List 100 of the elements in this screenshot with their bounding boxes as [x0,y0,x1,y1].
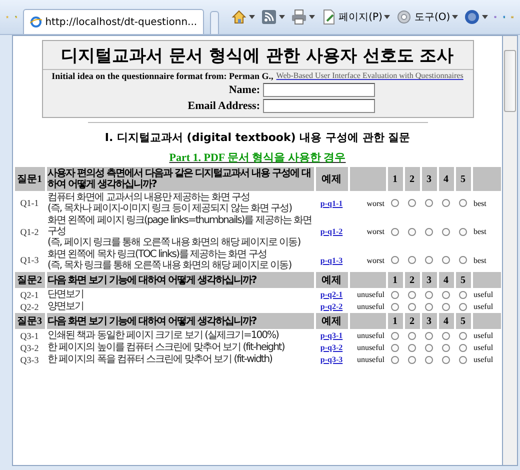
radio-button[interactable] [391,256,399,264]
example-link[interactable]: p-q3-1 [320,331,343,340]
caret-icon [308,15,315,19]
scale-label: unuseful [356,301,386,312]
radio-button[interactable] [408,356,416,364]
radio-button[interactable] [408,290,416,298]
radio-button[interactable] [425,302,433,310]
radio-button[interactable] [425,199,433,207]
new-tab[interactable] [210,11,219,34]
item-number: Q2-1 [19,289,40,300]
question-text: 다음 화면 보기 기능에 대하여 어떻게 생각하십니까? [46,313,314,329]
scale-label: best [472,254,488,266]
radio-button[interactable] [425,290,433,298]
tools-menu[interactable]: 도구(O) [396,9,458,25]
radio-button[interactable] [425,344,433,352]
radio-button[interactable] [442,290,450,298]
home-button[interactable] [230,9,255,25]
item-text: (즉, 목차 링크를 통해 오른쪽 내용 화면의 해당 페이지로 이동) [48,260,292,271]
radio-button[interactable] [442,199,450,207]
radio-button[interactable] [442,356,450,364]
scale-header: 4 [438,272,454,288]
field-label: Email Address: [186,100,260,112]
radio-button[interactable] [391,290,399,298]
item-text: 한 페이지의 높이를 컴퓨터 스크린에 맞추어 보기 (fit-height) [48,342,286,353]
radio-button[interactable] [408,344,416,352]
example-link[interactable]: p-q1-1 [320,198,343,208]
scale-header: 1 [388,272,402,288]
scale-label: worst [366,198,386,210]
radio-button[interactable] [459,344,467,352]
header-cell [350,167,386,191]
radio-button[interactable] [408,332,416,340]
radio-button[interactable] [442,256,450,264]
example-link[interactable]: p-q1-3 [320,256,343,264]
radio-button[interactable] [391,228,399,236]
scale-label: useful [472,354,494,365]
help-button[interactable] [464,9,488,25]
radio-button[interactable] [459,228,467,236]
radio-button[interactable] [442,332,450,340]
radio-button[interactable] [459,302,467,310]
radio-button[interactable] [459,290,467,298]
radio-button[interactable] [425,332,433,340]
scale-label: worst [366,226,386,238]
radio-button[interactable] [442,228,450,236]
header-cell [350,313,386,329]
example-link[interactable]: p-q2-1 [320,290,343,299]
example-link[interactable]: p-q3-3 [320,355,343,364]
printer-button[interactable] [290,9,315,25]
radio-button[interactable] [442,302,450,310]
question-number: 질문1 [14,167,44,191]
example-link[interactable]: p-q3-2 [320,343,343,352]
page-menu[interactable]: 페이지(P) [320,9,390,25]
radio-button[interactable] [459,199,467,207]
feed-button[interactable] [260,9,285,25]
item-number: Q1-1 [19,197,40,210]
radio-button[interactable] [442,344,450,352]
caret-icon [278,15,285,19]
radio-button[interactable] [408,256,416,264]
browser-tab[interactable]: http://localhost/dt-questionn... [23,9,204,34]
header-cell [472,313,500,329]
scale-header: 2 [404,167,420,191]
radio-button[interactable] [459,332,467,340]
survey-title: 디지털교과서 문서 형식에 관한 사용자 선호도 조사 [42,41,472,70]
scale-header: 1 [388,167,402,191]
scale-header: 5 [456,313,470,329]
radio-button[interactable] [391,302,399,310]
input-field[interactable] [263,83,375,97]
credit-text: Initial idea on the questionnaire format from: Perman G., [52,71,274,81]
radio-button[interactable] [391,199,399,207]
item-text: (즉, 페이지 링크를 통해 오른쪽 내용 화면의 해당 페이지로 이동) [48,237,302,248]
settings-icon [396,9,412,25]
home-icon [230,9,247,25]
item-text: 화면 왼쪽에 페이지 링크(page links=thumbnails)를 제공하는 화면 구성 [48,215,312,237]
radio-button[interactable] [459,356,467,364]
question-text: 다음 화면 보기 기능에 대하여 어떻게 생각하십니까? [46,272,314,288]
radio-button[interactable] [425,228,433,236]
radio-button[interactable] [408,199,416,207]
scale-header: 5 [456,167,470,191]
radio-button[interactable] [459,256,467,264]
item-number: Q1-2 [19,226,40,238]
question-number: 질문2 [14,272,44,288]
example-link[interactable]: p-q2-2 [320,302,343,311]
scale-label: unuseful [356,342,386,353]
radio-button[interactable] [408,302,416,310]
radio-button[interactable] [391,356,399,364]
input-field[interactable] [263,99,375,113]
scale-header: 3 [422,167,436,191]
example-link[interactable]: p-q1-2 [320,227,343,236]
scale-label: useful [472,330,494,341]
radio-button[interactable] [391,332,399,340]
scale-header: 1 [388,313,402,329]
item-text: 화면 왼쪽에 목차 링크(TOC links)를 제공하는 화면 구성 [48,249,268,260]
help-icon [464,9,480,25]
item-number: Q2-2 [19,301,40,312]
radio-button[interactable] [425,256,433,264]
credit-link[interactable]: Web-Based User Interface Evaluation with Questionnaires [276,71,464,81]
scrollbar[interactable] [502,35,518,466]
radio-button[interactable] [391,344,399,352]
radio-button[interactable] [408,228,416,236]
radio-button[interactable] [425,356,433,364]
header-cell [472,167,500,191]
